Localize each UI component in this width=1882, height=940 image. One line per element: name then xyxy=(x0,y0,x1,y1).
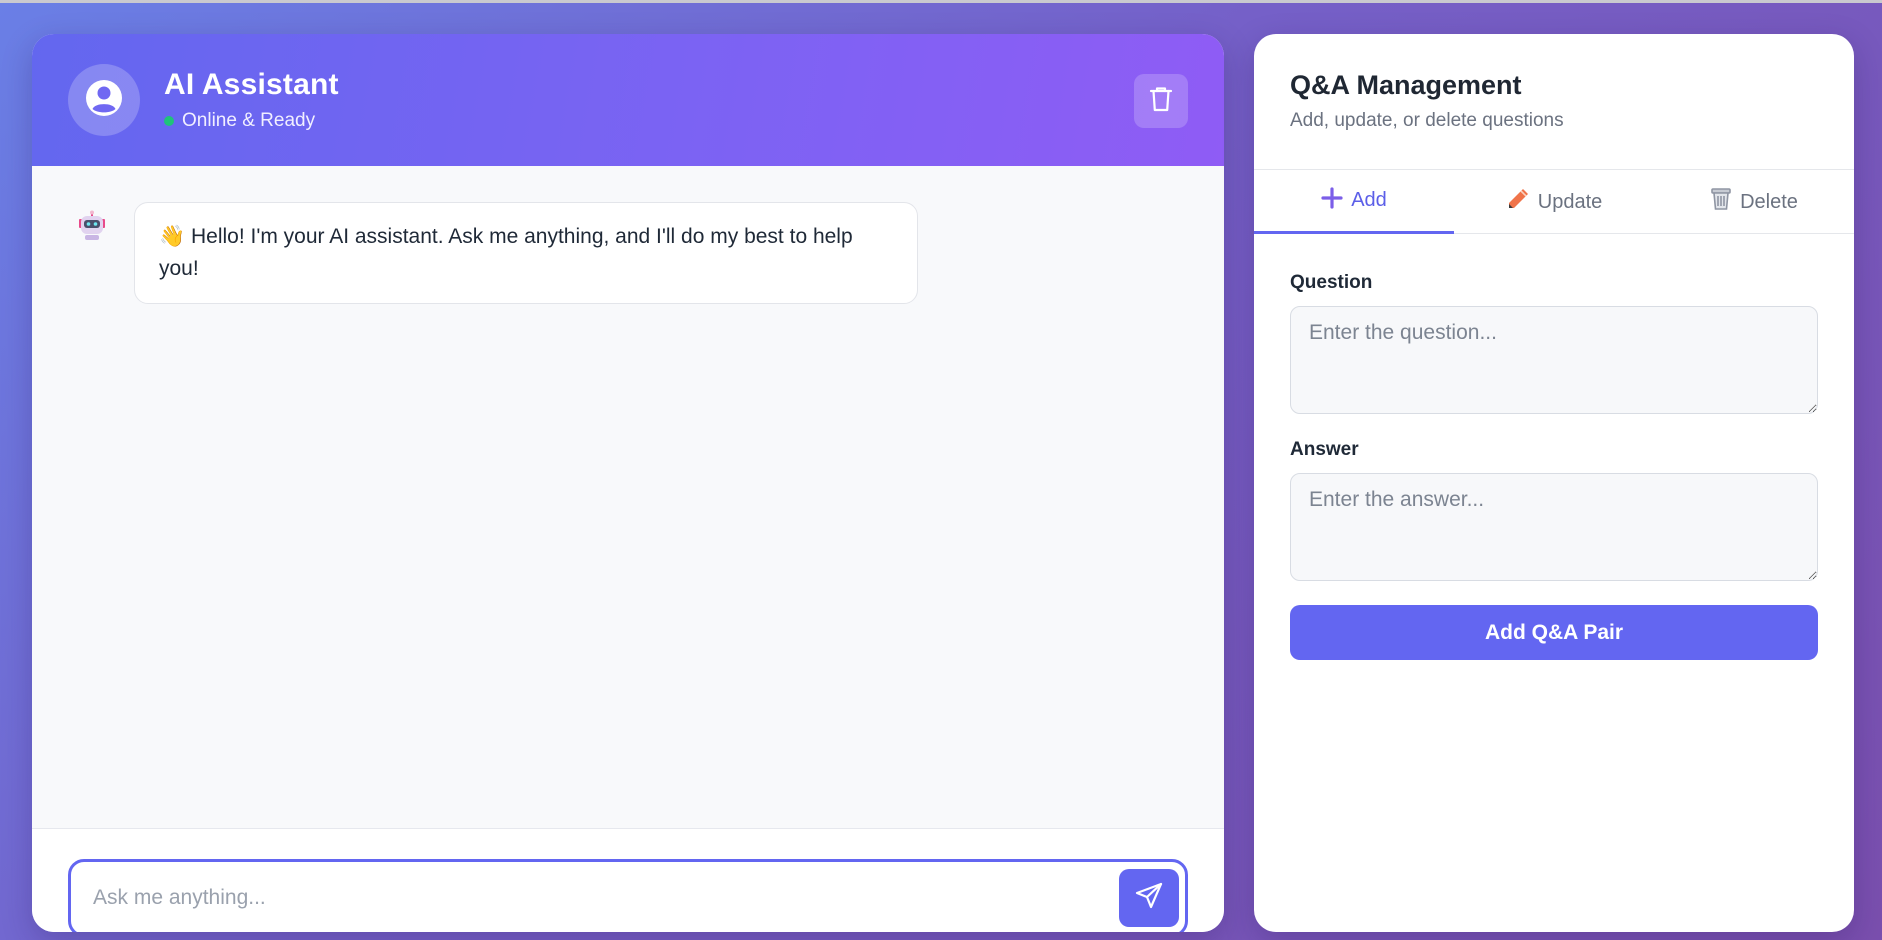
question-label: Question xyxy=(1290,272,1373,293)
tab-update[interactable]: Update xyxy=(1454,170,1654,234)
clear-chat-button[interactable] xyxy=(1134,74,1188,128)
answer-textarea[interactable] xyxy=(1290,473,1818,581)
chat-input-area xyxy=(32,828,1224,932)
chat-header: AI Assistant Online & Ready xyxy=(32,34,1224,166)
tab-add-label: Add xyxy=(1351,189,1387,211)
answer-label: Answer xyxy=(1290,439,1359,460)
plus-icon xyxy=(1321,186,1343,215)
send-button[interactable] xyxy=(1119,869,1179,927)
tab-delete[interactable]: Delete xyxy=(1654,170,1854,234)
chat-input-wrapper xyxy=(68,859,1188,932)
wastebasket-icon xyxy=(1710,187,1732,217)
paper-plane-icon xyxy=(1134,881,1164,916)
qa-management-panel: Q&A Management Add, update, or delete qu… xyxy=(1254,34,1854,932)
status-text: Online & Ready xyxy=(182,110,316,131)
bot-message: 👋 Hello! I'm your AI assistant. Ask me a… xyxy=(134,202,918,304)
window-top-border xyxy=(0,0,1882,3)
tab-add[interactable]: Add xyxy=(1254,170,1454,234)
status-dot xyxy=(164,116,174,126)
tab-delete-label: Delete xyxy=(1740,190,1798,213)
pencil-icon xyxy=(1506,187,1530,217)
chat-title: AI Assistant xyxy=(164,68,339,101)
trash-icon xyxy=(1148,85,1174,118)
tab-update-label: Update xyxy=(1537,190,1603,213)
chat-panel: AI Assistant Online & Ready 👋 Hello! I'm… xyxy=(32,34,1224,932)
chat-input[interactable] xyxy=(93,876,1093,920)
assistant-avatar xyxy=(68,64,140,136)
qa-tabs: Add Update Delete xyxy=(1254,170,1854,234)
question-textarea[interactable] xyxy=(1290,306,1818,414)
status-indicator: Online & Ready xyxy=(164,110,315,132)
qa-title: Q&A Management xyxy=(1290,70,1522,100)
user-circle-icon xyxy=(84,78,124,123)
robot-icon xyxy=(76,210,108,242)
qa-subtitle: Add, update, or delete questions xyxy=(1290,110,1564,131)
add-qa-pair-button[interactable]: Add Q&A Pair xyxy=(1290,605,1818,660)
message-list: 👋 Hello! I'm your AI assistant. Ask me a… xyxy=(32,166,1224,828)
